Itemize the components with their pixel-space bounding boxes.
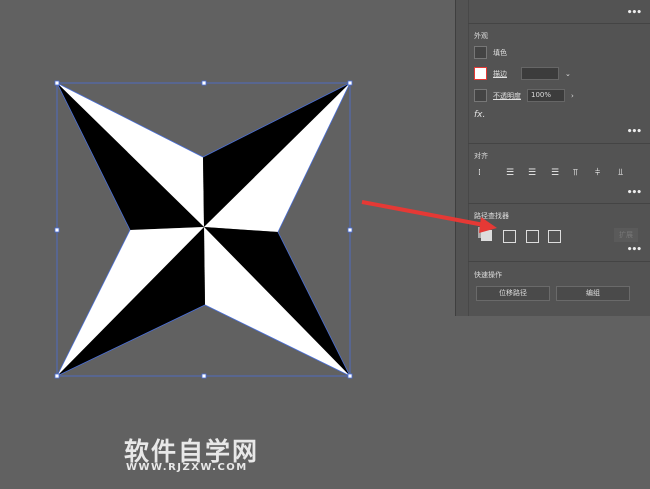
watermark-url: WWW.RJZXW.COM <box>126 462 248 473</box>
red-arrow-annotation <box>361 200 497 233</box>
